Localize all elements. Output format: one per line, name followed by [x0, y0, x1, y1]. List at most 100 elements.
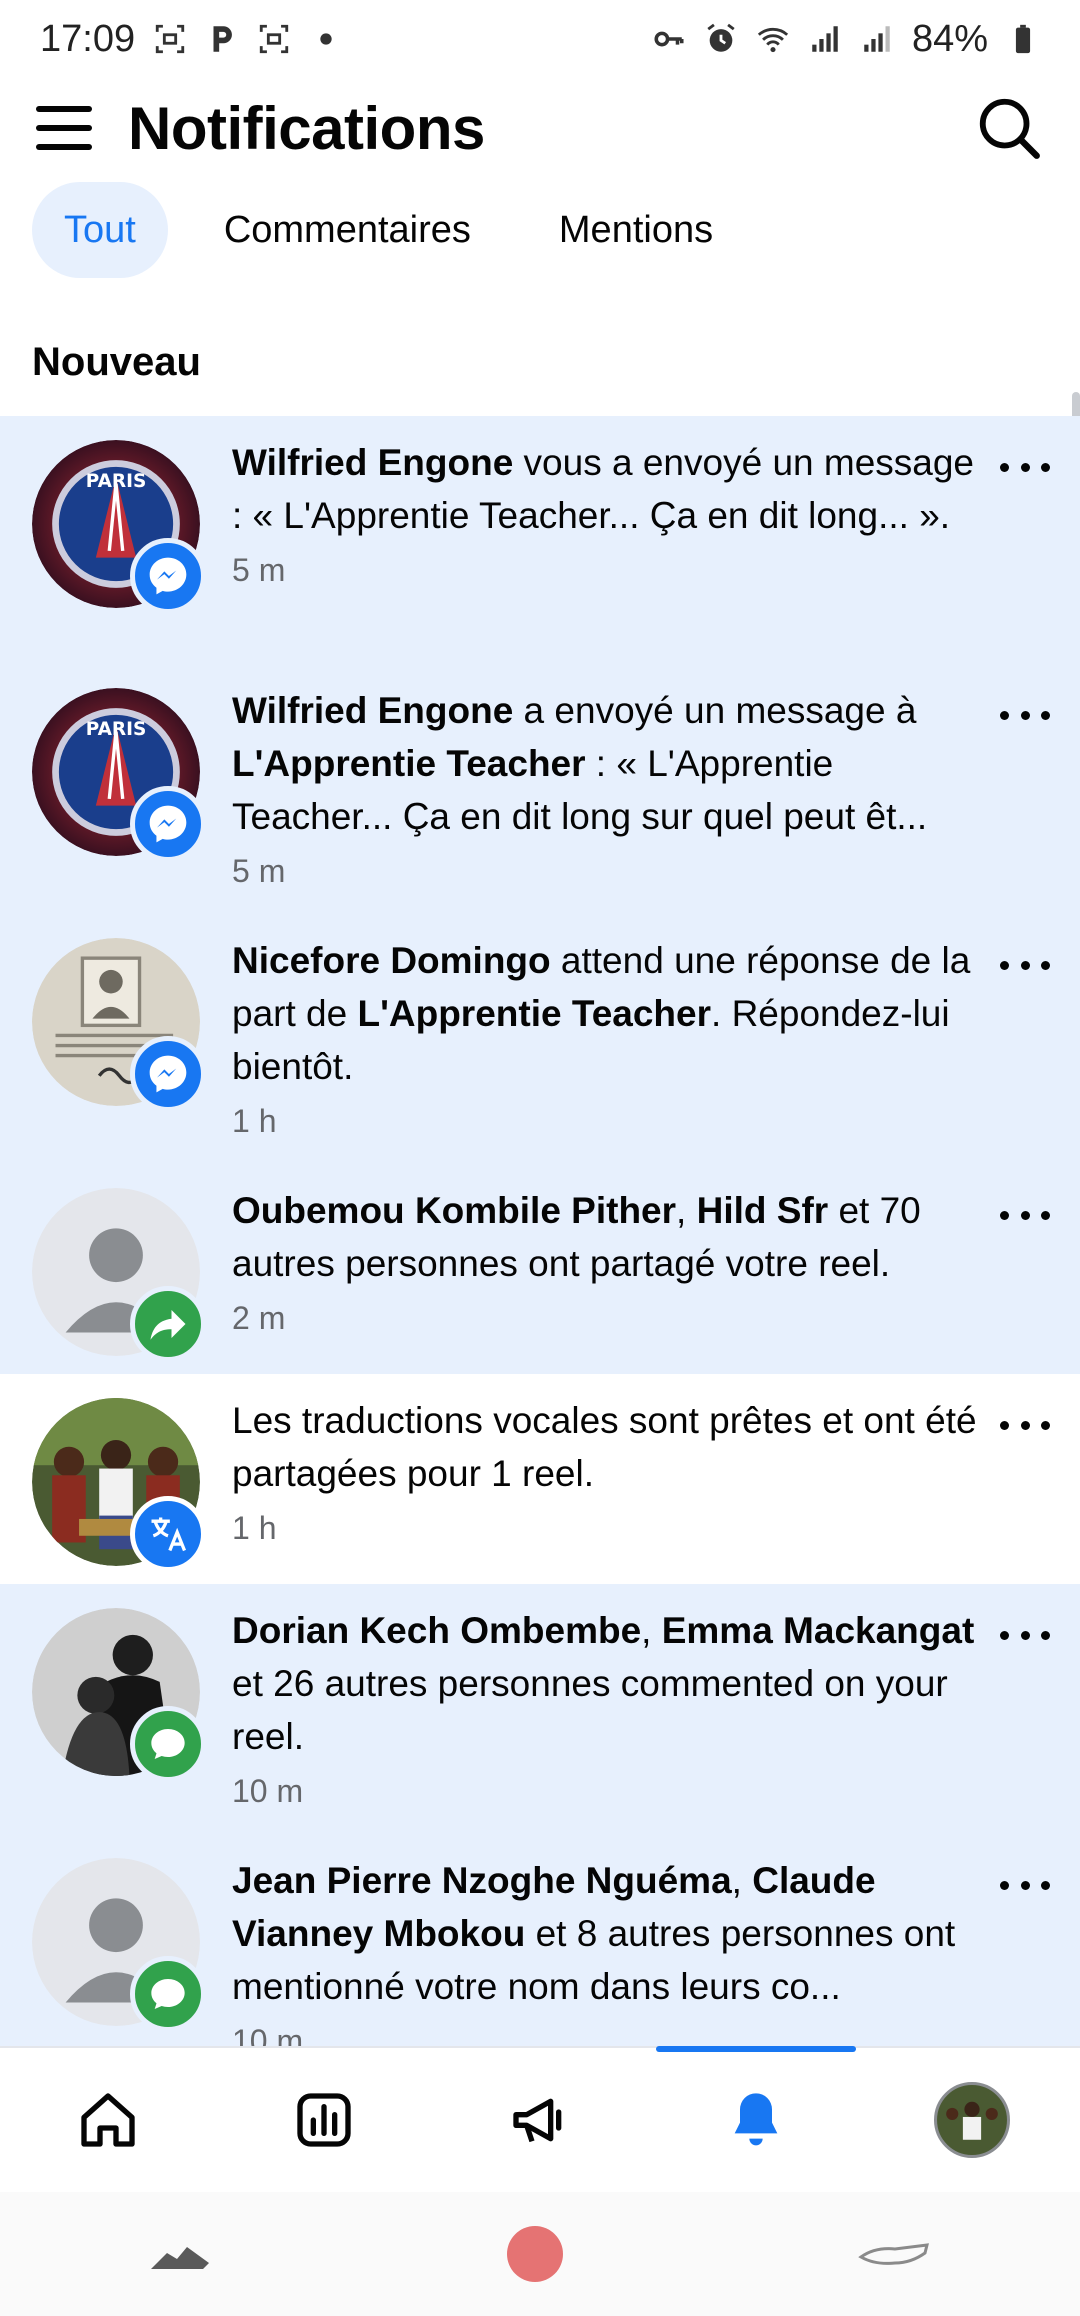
- svg-text:PARIS: PARIS: [86, 719, 147, 740]
- home-icon: [81, 2093, 135, 2147]
- avatar-wrap: [32, 1188, 206, 1362]
- notification-item[interactable]: Les traductions vocales sont prêtes et o…: [0, 1374, 1080, 1584]
- actor-name: Jean Pierre Nzoghe Nguéma: [232, 1860, 732, 1901]
- active-tab-indicator: [656, 2046, 856, 2052]
- comment-badge: [130, 1706, 206, 1782]
- status-right: 84%: [652, 18, 1040, 61]
- nav-notifications[interactable]: [656, 2046, 856, 2170]
- notification-text: Wilfried Engone vous a envoyé un message…: [232, 436, 978, 542]
- tab-commentaires[interactable]: Commentaires: [192, 182, 503, 278]
- notification-item[interactable]: PARIS Wilfried Engone a envoyé un messag…: [0, 664, 1080, 914]
- more-options-icon[interactable]: [1000, 452, 1050, 482]
- notification-message: ,: [731, 1860, 753, 1901]
- system-recents-gesture-icon[interactable]: [855, 2229, 935, 2279]
- notification-item[interactable]: Nicefore Domingo attend une réponse de l…: [0, 914, 1080, 1164]
- notification-time: 2 m: [232, 1300, 286, 1336]
- notification-time: 1 h: [232, 1510, 277, 1546]
- messenger-badge: [130, 538, 206, 614]
- share-icon: [150, 1310, 186, 1340]
- alarm-icon: [707, 23, 735, 52]
- nav-ads[interactable]: [470, 2070, 610, 2170]
- avatar-wrap: [32, 938, 206, 1112]
- messenger-icon: [149, 1055, 187, 1093]
- notification-text: Nicefore Domingo attend une réponse de l…: [232, 934, 978, 1093]
- notification-list: PARIS Wilfried Engone vous a envoyé un m…: [0, 416, 1080, 2046]
- comment-icon: [151, 1979, 185, 2009]
- avatar-wrap: [32, 1398, 206, 1572]
- notification-item[interactable]: Dorian Kech Ombembe, Emma Mackangat et 2…: [0, 1584, 1080, 1834]
- notification-text: Les traductions vocales sont prêtes et o…: [232, 1400, 977, 1494]
- menu-icon[interactable]: [36, 100, 92, 156]
- notification-time: 5 m: [232, 552, 286, 588]
- signal-icon: [812, 26, 838, 52]
- system-back-gesture-icon[interactable]: [145, 2229, 215, 2279]
- notification-text: Jean Pierre Nzoghe Nguéma, Claude Vianne…: [232, 1854, 978, 2013]
- nav-home[interactable]: [38, 2070, 178, 2170]
- page-title: Notifications: [128, 94, 485, 162]
- notification-time: 10 m: [232, 1773, 304, 1809]
- page-name: L'Apprentie Teacher: [357, 993, 712, 1034]
- status-left: 17:09: [40, 18, 343, 61]
- system-navigation: [0, 2192, 1080, 2316]
- notification-content: Nicefore Domingo attend une réponse de l…: [232, 934, 1048, 1164]
- notification-message: et 26 autres personnes commented on your…: [232, 1663, 948, 1757]
- messenger-icon: [149, 557, 187, 595]
- more-options-icon[interactable]: [1000, 1620, 1050, 1650]
- battery-percent: 84%: [911, 17, 988, 60]
- notification-time: 1 h: [232, 1103, 277, 1139]
- system-home-button[interactable]: [505, 2224, 565, 2284]
- actor-name: Oubemou Kombile Pither: [232, 1190, 677, 1231]
- notification-time: 5 m: [232, 853, 286, 889]
- nav-profile[interactable]: [902, 2070, 1042, 2170]
- nav-dashboard[interactable]: [254, 2070, 394, 2170]
- messenger-badge: [130, 1036, 206, 1112]
- share-badge: [130, 1286, 206, 1362]
- more-options-icon[interactable]: [1000, 700, 1050, 730]
- notification-message: ,: [676, 1190, 697, 1231]
- notification-text: Dorian Kech Ombembe, Emma Mackangat et 2…: [232, 1604, 978, 1763]
- messenger-icon: [149, 805, 187, 843]
- tab-mentions[interactable]: Mentions: [527, 182, 745, 278]
- notification-message: ,: [641, 1610, 662, 1651]
- messenger-badge: [130, 786, 206, 862]
- avatar-wrap: PARIS: [32, 688, 206, 862]
- megaphone-icon: [513, 2098, 562, 2143]
- tab-tout[interactable]: Tout: [32, 182, 168, 278]
- bell-icon: [734, 2093, 778, 2146]
- comment-icon: [151, 1729, 185, 1759]
- more-options-icon[interactable]: [1000, 1870, 1050, 1900]
- search-icon[interactable]: [974, 93, 1044, 163]
- notification-content: Dorian Kech Ombembe, Emma Mackangat et 2…: [232, 1604, 1048, 1834]
- avatar-wrap: [32, 1858, 206, 2032]
- notification-content: Oubemou Kombile Pither, Hild Sfr et 70 a…: [232, 1184, 1048, 1374]
- screenshot-icon: [155, 24, 185, 54]
- battery-icon: [1015, 24, 1031, 54]
- section-title-nouveau: Nouveau: [32, 340, 201, 384]
- screen-record-icon: [259, 24, 289, 54]
- notification-time: 10 m: [232, 2023, 304, 2046]
- actor-name-2: Hild Sfr: [696, 1190, 829, 1231]
- avatar-wrap: [32, 1608, 206, 1782]
- status-time: 17:09: [40, 17, 136, 60]
- actor-name: Wilfried Engone: [232, 442, 514, 483]
- more-options-icon[interactable]: [1000, 1410, 1050, 1440]
- app-header: Notifications: [0, 78, 1080, 178]
- more-options-icon[interactable]: [1000, 1200, 1050, 1230]
- notification-content: Jean Pierre Nzoghe Nguéma, Claude Vianne…: [232, 1854, 1048, 2046]
- filter-tabs: Tout Commentaires Mentions: [0, 180, 1080, 280]
- actor-name: Dorian Kech Ombembe: [232, 1610, 642, 1651]
- comment-badge: [130, 1956, 206, 2032]
- notification-message: a envoyé un message à: [513, 690, 917, 731]
- more-options-icon[interactable]: [1000, 950, 1050, 980]
- notification-item[interactable]: Oubemou Kombile Pither, Hild Sfr et 70 a…: [0, 1164, 1080, 1374]
- notification-content: Les traductions vocales sont prêtes et o…: [232, 1394, 1048, 1584]
- notification-item[interactable]: Jean Pierre Nzoghe Nguéma, Claude Vianne…: [0, 1834, 1080, 2046]
- page-name: L'Apprentie Teacher: [232, 743, 586, 784]
- notification-content: Wilfried Engone a envoyé un message à L'…: [232, 684, 1048, 914]
- avatar-wrap: PARIS: [32, 440, 206, 614]
- translate-badge: [130, 1496, 206, 1572]
- notification-item[interactable]: PARIS Wilfried Engone vous a envoyé un m…: [0, 416, 1080, 664]
- notification-text: Wilfried Engone a envoyé un message à L'…: [232, 684, 978, 843]
- bottom-navigation: [0, 2046, 1080, 2192]
- dashboard-icon: [297, 2093, 351, 2147]
